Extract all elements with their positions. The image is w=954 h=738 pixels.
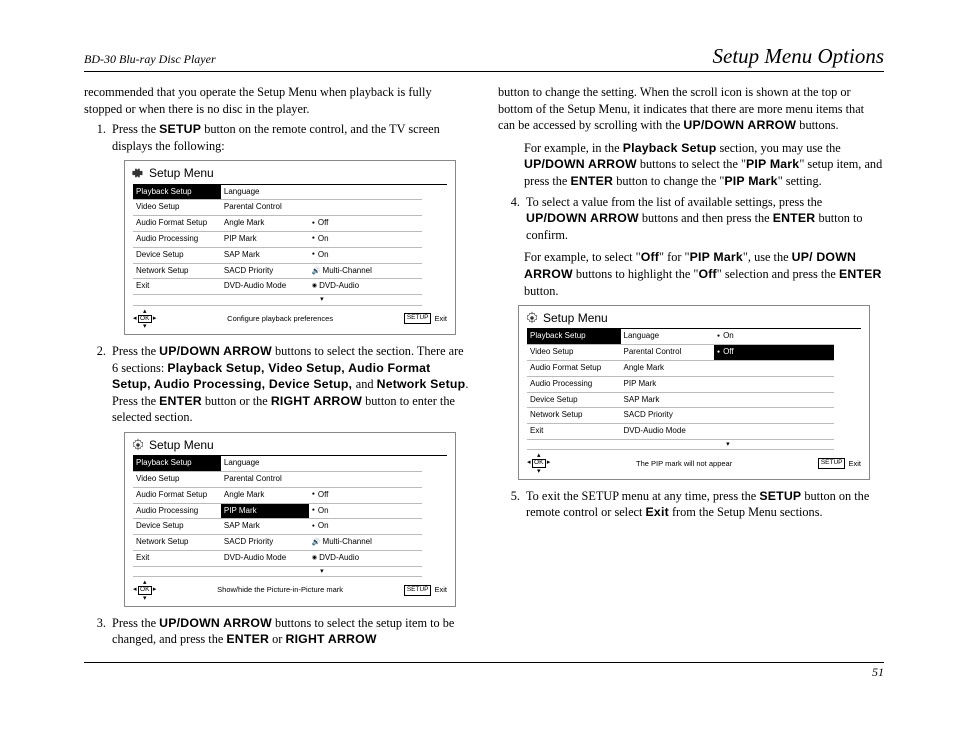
gear-icon <box>131 438 145 452</box>
osd-screenshot-2: Setup Menu Playback SetupLanguageVideo S… <box>124 432 456 607</box>
step-1: 1. Press the SETUP button on the remote … <box>84 121 470 154</box>
gear-icon <box>131 166 145 180</box>
header-right: Setup Menu Options <box>713 44 884 69</box>
step-2: 2. Press the UP/DOWN ARROW buttons to se… <box>84 343 470 426</box>
page-footer <box>84 662 884 663</box>
step-3: 3. Press the UP/DOWN ARROW buttons to se… <box>84 615 470 648</box>
ok-pad-icon: ▴ ◂OK▸ ▾ <box>133 308 156 331</box>
page-number: 51 <box>84 665 884 680</box>
osd-hint: Configure playback preferences <box>164 314 395 324</box>
right-column: button to change the setting. When the s… <box>498 84 884 652</box>
step-3-continued: button to change the setting. When the s… <box>498 84 884 134</box>
intro-text: recommended that you operate the Setup M… <box>84 84 470 117</box>
osd-screenshot-1: Setup Menu Playback SetupLanguageVideo S… <box>124 160 456 335</box>
step-4: 4. To select a value from the list of av… <box>498 194 884 244</box>
header-left: BD-30 Blu-ray Disc Player <box>84 52 216 67</box>
osd-screenshot-3: Setup Menu Playback SetupLanguageOnVideo… <box>518 305 870 480</box>
example-1: For example, in the Playback Setup secti… <box>524 140 884 190</box>
page-header: BD-30 Blu-ray Disc Player Setup Menu Opt… <box>84 44 884 72</box>
gear-icon <box>525 311 539 325</box>
example-2: For example, to select "Off" for "PIP Ma… <box>524 249 884 299</box>
left-column: recommended that you operate the Setup M… <box>84 84 470 652</box>
osd-title: Setup Menu <box>125 161 455 183</box>
step-5: 5. To exit the SETUP menu at any time, p… <box>498 488 884 521</box>
